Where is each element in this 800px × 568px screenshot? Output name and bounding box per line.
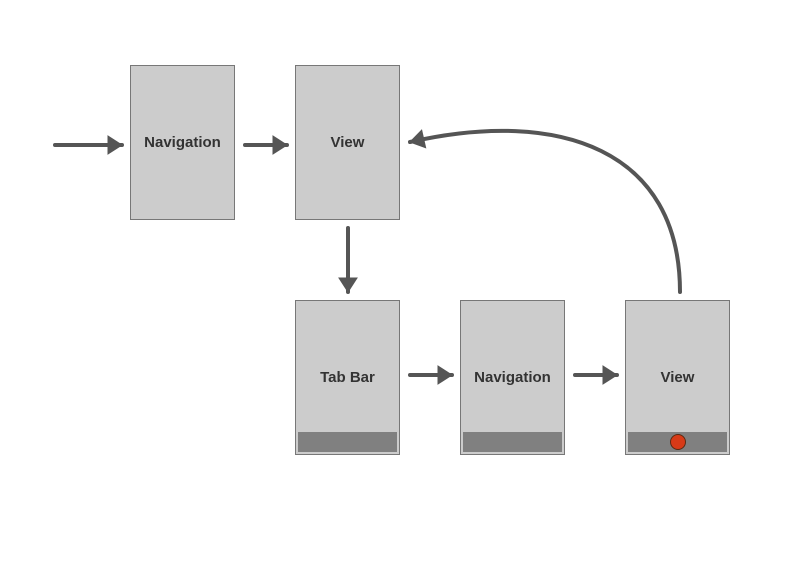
- arrowhead-icon: [410, 130, 426, 148]
- diagram-canvas: Navigation View Tab Bar Navigation View: [0, 0, 800, 568]
- arrow-view2-back-to-view1: [410, 131, 680, 292]
- arrowhead-icon: [438, 366, 452, 384]
- arrowhead-icon: [603, 366, 617, 384]
- arrowhead-icon: [108, 136, 122, 154]
- arrows-layer: [0, 0, 800, 568]
- arrowhead-icon: [273, 136, 287, 154]
- arrowhead-icon: [339, 278, 357, 292]
